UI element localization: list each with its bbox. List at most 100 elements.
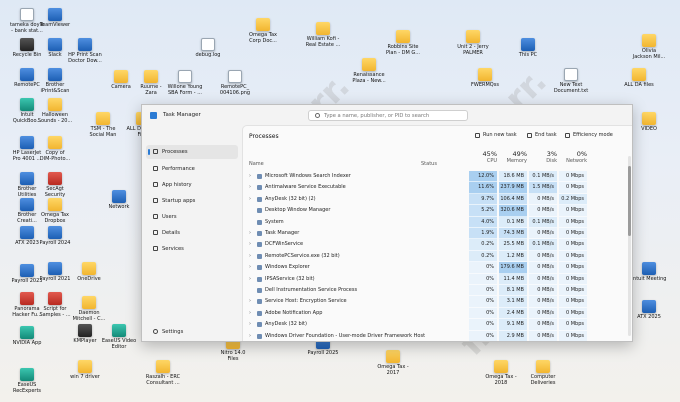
desktop-icon[interactable]: Unit 2 - Jerry PALMER: [450, 30, 496, 56]
efficiency-mode-button[interactable]: Efficiency mode: [565, 132, 613, 138]
desktop-icon[interactable]: win 7 driver: [62, 360, 108, 380]
process-icon: [257, 265, 262, 271]
process-icon: [257, 253, 262, 259]
table-row[interactable]: Desktop Window Manager 5.2% 320.6 MB 0 MB/s…: [243, 205, 632, 217]
desktop-icon[interactable]: This PC: [505, 38, 551, 58]
column-network[interactable]: 0% Network: [559, 150, 587, 164]
sidebar-item-users[interactable]: Users: [146, 210, 238, 224]
desktop-icon[interactable]: Omega Tax Corp Doc...: [240, 18, 286, 44]
chevron-right-icon[interactable]: ›: [249, 321, 251, 327]
desktop-icon-label: Omega Tax Dropbox: [41, 212, 69, 224]
desktop-icon-label: EaseUS RecExperts: [12, 382, 42, 394]
desktop-icon[interactable]: New Text Document.txt: [548, 68, 594, 94]
app-icon: [48, 68, 62, 81]
desktop-icon[interactable]: EaseUS RecExperts: [4, 368, 50, 394]
document-icon: [201, 38, 215, 51]
scrollbar[interactable]: [628, 156, 631, 336]
desktop-icon[interactable]: Renaissance Plaza - New...: [346, 58, 392, 84]
table-row[interactable]: › Antimalware Service Executable 11.6% 237.…: [243, 182, 632, 194]
desktop-icon[interactable]: Omega Tax - 2018: [478, 360, 524, 386]
task-manager-window: Task Manager Type a name, publisher, or …: [141, 104, 633, 342]
chevron-right-icon[interactable]: ›: [249, 241, 251, 247]
desktop-icon[interactable]: TeamViewer: [32, 8, 78, 28]
table-row[interactable]: › Service Host: Encryption Service 0% 3.1 M…: [243, 296, 632, 308]
column-disk[interactable]: 3% Disk: [529, 150, 557, 164]
cpu-cell: 12.0%: [469, 171, 497, 183]
table-row[interactable]: Dell Instrumentation Service Process 0% 8.…: [243, 285, 632, 297]
chevron-right-icon[interactable]: ›: [249, 264, 251, 270]
desktop-icon[interactable]: Olivia Jackson Mil...: [626, 34, 672, 60]
end-task-button[interactable]: End task: [527, 132, 557, 138]
desktop-icon[interactable]: Raszalh - ERC Consultant ...: [140, 360, 186, 386]
desktop-icon[interactable]: Brother iPrint&Scan: [32, 68, 78, 94]
sidebar-item-services[interactable]: Services: [146, 242, 238, 256]
chevron-right-icon[interactable]: ›: [249, 230, 251, 236]
run-new-task-button[interactable]: Run new task: [475, 132, 517, 138]
desktop-icon[interactable]: HP Print Scan Doctor Dow...: [62, 38, 108, 64]
chevron-right-icon[interactable]: ›: [249, 276, 251, 282]
chevron-right-icon[interactable]: ›: [249, 310, 251, 316]
column-status[interactable]: Status: [421, 161, 437, 167]
folder-icon: [466, 30, 480, 43]
cpu-cell: 0%: [469, 273, 497, 285]
search-input[interactable]: Type a name, publisher, or PID to search: [308, 110, 468, 121]
chevron-right-icon[interactable]: ›: [249, 184, 251, 190]
chevron-right-icon[interactable]: ›: [249, 173, 251, 179]
desktop-icon[interactable]: RemotePC_ 004106.png: [212, 70, 258, 96]
network-cell: 0 Mbps: [559, 307, 587, 320]
cpu-cell: 0%: [469, 319, 497, 331]
table-row[interactable]: › DCFWinService 0.2% 25.5 MB 0.1 MB/s 0 Mbps: [243, 239, 632, 251]
desktop-icon[interactable]: Daemon Mitchell - C...: [66, 296, 112, 322]
table-row[interactable]: › IPSAService (32 bit) 0% 11.4 MB 0 MB/s 0 Mb…: [243, 273, 632, 285]
table-row[interactable]: › RemotePCService.exe (32 bit) 0.2% 1.2 MB 0…: [243, 250, 632, 263]
sidebar-item-performance[interactable]: Performance: [146, 162, 238, 176]
desktop-icon-label: William Kofi - Real Estate ...: [305, 36, 341, 48]
table-row[interactable]: › Windows Explorer 0% 179.6 MB 0 MB/s 0 Mbps: [243, 262, 632, 274]
column-memory[interactable]: 49% Memory: [499, 150, 527, 164]
desktop-icon[interactable]: Willone Young SBA Form - ...: [162, 70, 208, 96]
folder-icon: [144, 70, 158, 83]
desktop-icon-label: Omega Tax - 2018: [485, 374, 517, 386]
table-row[interactable]: › AnyDesk (32 bit) 0% 9.1 MB 0 MB/s 0 Mbps: [243, 319, 632, 331]
chevron-right-icon[interactable]: ›: [249, 253, 251, 259]
desktop-icon[interactable]: OneDrive: [66, 262, 112, 282]
sidebar-item-app-history[interactable]: App history: [146, 178, 238, 192]
desktop-icon[interactable]: NVIDIA App: [4, 326, 50, 346]
memory-cell: 8.1 MB: [499, 285, 527, 297]
desktop-icon[interactable]: ALL DA files: [616, 68, 662, 88]
table-row[interactable]: System 4.0% 0.1 MB 0.1 MB/s 0 Mbps: [243, 216, 632, 228]
desktop-icon[interactable]: Computer Deliveries: [520, 360, 566, 386]
column-name[interactable]: Name: [249, 161, 264, 167]
folder-icon: [316, 22, 330, 35]
scrollbar-thumb[interactable]: [628, 166, 631, 236]
sidebar-item-startup-apps[interactable]: Startup apps: [146, 194, 238, 208]
desktop-icon[interactable]: FWERMQss: [462, 68, 508, 88]
process-icon: [257, 288, 262, 293]
chevron-right-icon[interactable]: ›: [249, 298, 251, 304]
table-row[interactable]: › Windows Driver Foundation - User-mode D…: [243, 330, 632, 341]
desktop-icon[interactable]: Halloween Sounds - 20...: [32, 98, 78, 124]
desktop-icon[interactable]: Network: [96, 190, 142, 210]
document-icon: [178, 70, 192, 83]
settings-button[interactable]: Settings: [146, 325, 238, 339]
desktop-icon[interactable]: Omega Tax - 2017: [370, 350, 416, 376]
desktop-icon[interactable]: Copy of DIM-Photo...: [32, 136, 78, 162]
desktop-icon[interactable]: William Kofi - Real Estate ...: [300, 22, 346, 48]
chevron-right-icon[interactable]: ›: [249, 196, 251, 202]
table-row[interactable]: › Microsoft Windows Search Indexer 12.0% 18…: [243, 171, 632, 183]
desktop-icon[interactable]: Omega Tax Dropbox: [32, 198, 78, 224]
desktop-icon[interactable]: EaseUS Video Editor: [96, 324, 142, 350]
sidebar-item-details[interactable]: Details: [146, 226, 238, 240]
table-row[interactable]: › AnyDesk (32 bit) (2) 9.7% 106.4 MB 0 MB/s 0…: [243, 193, 632, 206]
desktop-icon[interactable]: SecAgt Security: [32, 172, 78, 198]
desktop-icon[interactable]: debug.log: [185, 38, 231, 58]
sidebar-item-processes[interactable]: Processes: [146, 145, 238, 159]
app-icon: [521, 38, 535, 51]
table-row[interactable]: › Adobe Notification App 0% 2.4 MB 0 MB/s 0 M…: [243, 307, 632, 320]
desktop-icon[interactable]: Payroll 2024: [32, 226, 78, 246]
table-row[interactable]: › Task Manager 1.9% 74.3 MB 0 MB/s 0 Mbps: [243, 228, 632, 240]
column-cpu[interactable]: 45% CPU: [469, 150, 497, 164]
chevron-right-icon[interactable]: ›: [249, 333, 251, 339]
process-icon: [257, 310, 262, 316]
desktop-icon[interactable]: Robbins Site Plan - DM G...: [380, 30, 426, 56]
